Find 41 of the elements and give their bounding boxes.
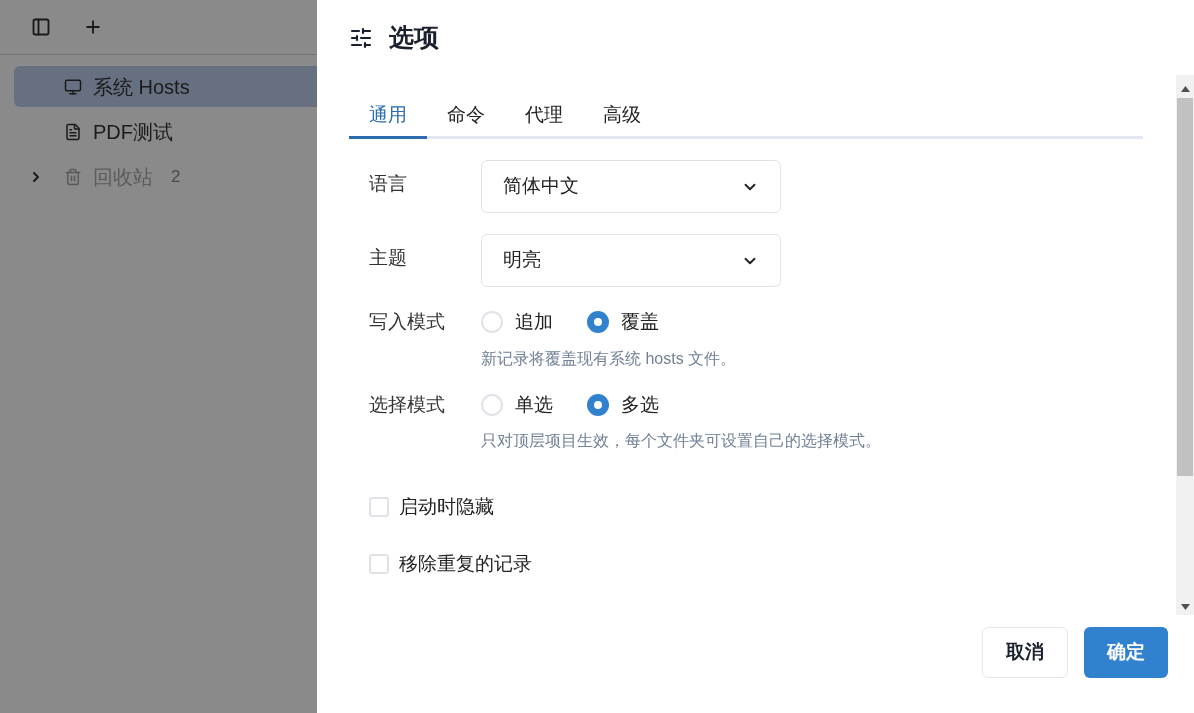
item-count: 2 [171, 165, 181, 188]
sidebar-item[interactable]: PDF测试 [14, 111, 317, 152]
document-icon [64, 122, 82, 141]
confirm-button[interactable]: 确定 [1084, 627, 1168, 678]
sliders-icon [349, 25, 373, 50]
monitor-icon [64, 77, 82, 96]
scrollbar[interactable] [1176, 75, 1194, 615]
trash-icon [64, 167, 82, 186]
radio-button[interactable] [481, 393, 503, 416]
sidebar-toggle-icon[interactable] [31, 17, 51, 37]
dropdown-field[interactable]: 简体中文 [481, 160, 781, 213]
item-label: 系统 Hosts [93, 74, 190, 100]
hint-text: 只对顶层项目生效，每个文件夹可设置自己的选择模式。 [481, 431, 882, 451]
dialog-title: 选项 [389, 21, 439, 53]
checkbox[interactable] [369, 497, 389, 518]
radio-button[interactable] [587, 311, 609, 334]
radio-button[interactable] [587, 393, 609, 416]
field-label: 写入模式 [368, 310, 446, 334]
dropdown-field[interactable]: 明亮 [481, 234, 781, 287]
radio-label: 覆盖 [621, 310, 659, 334]
item-label: PDF测试 [93, 119, 173, 145]
checkbox-label: 启动时隐藏 [399, 495, 494, 519]
scroll-up-icon[interactable] [1180, 86, 1190, 92]
cancel-button[interactable]: 取消 [982, 627, 1068, 678]
field-label: 选择模式 [368, 392, 446, 417]
tab[interactable]: 代理 [505, 94, 583, 139]
radio-label: 多选 [621, 392, 659, 417]
field-label: 语言 [368, 172, 408, 196]
checkbox-label: 移除重复的记录 [399, 551, 532, 576]
tab[interactable]: 通用 [349, 94, 427, 139]
hint-text: 新记录将覆盖现有系统 hosts 文件。 [481, 348, 738, 369]
scrollbar-thumb[interactable] [1177, 98, 1193, 476]
field-label: 主题 [368, 246, 408, 270]
tab[interactable]: 命令 [427, 94, 505, 139]
scroll-down-icon[interactable] [1180, 604, 1190, 610]
add-icon[interactable] [83, 17, 103, 37]
radio-label: 追加 [515, 310, 553, 334]
radio-button[interactable] [481, 311, 503, 334]
checkbox[interactable] [369, 553, 389, 574]
radio-label: 单选 [515, 392, 553, 417]
tab[interactable]: 高级 [583, 94, 661, 139]
